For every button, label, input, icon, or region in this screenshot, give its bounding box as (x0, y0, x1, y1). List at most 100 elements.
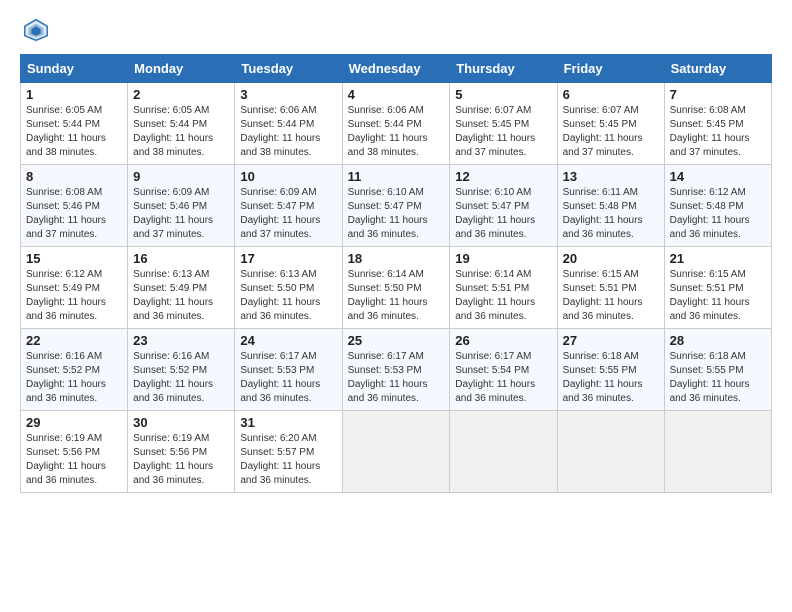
calendar-cell (664, 411, 771, 493)
day-number: 6 (563, 87, 659, 102)
day-number: 17 (240, 251, 336, 266)
day-number: 10 (240, 169, 336, 184)
calendar-cell: 18Sunrise: 6:14 AM Sunset: 5:50 PM Dayli… (342, 247, 450, 329)
day-number: 15 (26, 251, 122, 266)
calendar-week-row: 15 Sunrise: 6:12 AM Sunset: 5:49 PM Dayli… (21, 247, 772, 329)
calendar-cell (342, 411, 450, 493)
day-info: Sunrise: 6:17 AM Sunset: 5:54 PM Dayligh… (455, 350, 551, 406)
day-info: Sunrise: 6:08 AM Sunset: 5:46 PM Dayligh… (26, 186, 122, 242)
day-number: 20 (563, 251, 659, 266)
calendar-cell: 29 Sunrise: 6:19 AM Sunset: 5:56 PM Dayli… (21, 411, 128, 493)
day-info: Sunrise: 6:08 AM Sunset: 5:45 PM Dayligh… (670, 104, 766, 160)
day-info: Sunrise: 6:11 AM Sunset: 5:48 PM Dayligh… (563, 186, 659, 242)
day-number: 29 (26, 415, 122, 430)
day-info: Sunrise: 6:14 AM Sunset: 5:51 PM Dayligh… (455, 268, 551, 324)
day-of-week-header: Monday (128, 55, 235, 83)
calendar-cell: 30 Sunrise: 6:19 AM Sunset: 5:56 PM Dayli… (128, 411, 235, 493)
calendar-cell: 31 Sunrise: 6:20 AM Sunset: 5:57 PM Dayli… (235, 411, 342, 493)
calendar-cell: 16 Sunrise: 6:13 AM Sunset: 5:49 PM Dayli… (128, 247, 235, 329)
calendar-cell: 23 Sunrise: 6:16 AM Sunset: 5:52 PM Dayli… (128, 329, 235, 411)
calendar-cell: 15 Sunrise: 6:12 AM Sunset: 5:49 PM Dayli… (21, 247, 128, 329)
day-info: Sunrise: 6:17 AM Sunset: 5:53 PM Dayligh… (348, 350, 445, 406)
day-number: 1 (26, 87, 122, 102)
day-number: 13 (563, 169, 659, 184)
day-number: 12 (455, 169, 551, 184)
day-info: Sunrise: 6:20 AM Sunset: 5:57 PM Dayligh… (240, 432, 336, 488)
calendar-cell: 1 Sunrise: 6:05 AM Sunset: 5:44 PM Daylig… (21, 83, 128, 165)
calendar-cell: 24 Sunrise: 6:17 AM Sunset: 5:53 PM Dayli… (235, 329, 342, 411)
day-number: 2 (133, 87, 229, 102)
day-number: 8 (26, 169, 122, 184)
day-number: 21 (670, 251, 766, 266)
day-number: 22 (26, 333, 122, 348)
day-of-week-header: Tuesday (235, 55, 342, 83)
day-of-week-header: Thursday (450, 55, 557, 83)
calendar-cell: 28 Sunrise: 6:18 AM Sunset: 5:55 PM Dayli… (664, 329, 771, 411)
calendar-cell: 13 Sunrise: 6:11 AM Sunset: 5:48 PM Dayli… (557, 165, 664, 247)
day-info: Sunrise: 6:18 AM Sunset: 5:55 PM Dayligh… (670, 350, 766, 406)
day-number: 5 (455, 87, 551, 102)
day-info: Sunrise: 6:10 AM Sunset: 5:47 PM Dayligh… (348, 186, 445, 242)
day-info: Sunrise: 6:17 AM Sunset: 5:53 PM Dayligh… (240, 350, 336, 406)
calendar-cell: 26Sunrise: 6:17 AM Sunset: 5:54 PM Dayli… (450, 329, 557, 411)
day-of-week-header: Sunday (21, 55, 128, 83)
calendar-week-row: 8 Sunrise: 6:08 AM Sunset: 5:46 PM Daylig… (21, 165, 772, 247)
day-number: 28 (670, 333, 766, 348)
day-info: Sunrise: 6:06 AM Sunset: 5:44 PM Dayligh… (348, 104, 445, 160)
day-info: Sunrise: 6:19 AM Sunset: 5:56 PM Dayligh… (26, 432, 122, 488)
day-info: Sunrise: 6:07 AM Sunset: 5:45 PM Dayligh… (455, 104, 551, 160)
day-number: 23 (133, 333, 229, 348)
day-info: Sunrise: 6:07 AM Sunset: 5:45 PM Dayligh… (563, 104, 659, 160)
day-number: 4 (348, 87, 445, 102)
day-info: Sunrise: 6:13 AM Sunset: 5:50 PM Dayligh… (240, 268, 336, 324)
day-info: Sunrise: 6:13 AM Sunset: 5:49 PM Dayligh… (133, 268, 229, 324)
day-info: Sunrise: 6:19 AM Sunset: 5:56 PM Dayligh… (133, 432, 229, 488)
day-info: Sunrise: 6:10 AM Sunset: 5:47 PM Dayligh… (455, 186, 551, 242)
day-info: Sunrise: 6:09 AM Sunset: 5:47 PM Dayligh… (240, 186, 336, 242)
calendar-cell: 20 Sunrise: 6:15 AM Sunset: 5:51 PM Dayli… (557, 247, 664, 329)
day-number: 30 (133, 415, 229, 430)
calendar-cell (450, 411, 557, 493)
calendar-week-row: 29 Sunrise: 6:19 AM Sunset: 5:56 PM Dayli… (21, 411, 772, 493)
day-info: Sunrise: 6:15 AM Sunset: 5:51 PM Dayligh… (563, 268, 659, 324)
day-info: Sunrise: 6:05 AM Sunset: 5:44 PM Dayligh… (133, 104, 229, 160)
calendar-cell: 2 Sunrise: 6:05 AM Sunset: 5:44 PM Daylig… (128, 83, 235, 165)
calendar-week-row: 1 Sunrise: 6:05 AM Sunset: 5:44 PM Daylig… (21, 83, 772, 165)
day-info: Sunrise: 6:15 AM Sunset: 5:51 PM Dayligh… (670, 268, 766, 324)
day-info: Sunrise: 6:12 AM Sunset: 5:49 PM Dayligh… (26, 268, 122, 324)
day-number: 9 (133, 169, 229, 184)
calendar-cell: 5 Sunrise: 6:07 AM Sunset: 5:45 PM Daylig… (450, 83, 557, 165)
day-info: Sunrise: 6:18 AM Sunset: 5:55 PM Dayligh… (563, 350, 659, 406)
day-number: 7 (670, 87, 766, 102)
day-of-week-header: Friday (557, 55, 664, 83)
calendar-cell: 21 Sunrise: 6:15 AM Sunset: 5:51 PM Dayli… (664, 247, 771, 329)
calendar-header: SundayMondayTuesdayWednesdayThursdayFrid… (21, 55, 772, 83)
day-number: 25 (348, 333, 445, 348)
page-header (20, 16, 772, 44)
calendar-cell: 3 Sunrise: 6:06 AM Sunset: 5:44 PM Daylig… (235, 83, 342, 165)
calendar-cell: 14Sunrise: 6:12 AM Sunset: 5:48 PM Dayli… (664, 165, 771, 247)
day-info: Sunrise: 6:09 AM Sunset: 5:46 PM Dayligh… (133, 186, 229, 242)
calendar-cell: 27 Sunrise: 6:18 AM Sunset: 5:55 PM Dayli… (557, 329, 664, 411)
calendar-cell: 22Sunrise: 6:16 AM Sunset: 5:52 PM Dayli… (21, 329, 128, 411)
calendar-cell: 11 Sunrise: 6:10 AM Sunset: 5:47 PM Dayli… (342, 165, 450, 247)
day-info: Sunrise: 6:16 AM Sunset: 5:52 PM Dayligh… (133, 350, 229, 406)
day-number: 3 (240, 87, 336, 102)
calendar-table: SundayMondayTuesdayWednesdayThursdayFrid… (20, 54, 772, 493)
day-number: 14 (670, 169, 766, 184)
day-info: Sunrise: 6:06 AM Sunset: 5:44 PM Dayligh… (240, 104, 336, 160)
day-number: 31 (240, 415, 336, 430)
day-info: Sunrise: 6:05 AM Sunset: 5:44 PM Dayligh… (26, 104, 122, 160)
calendar-cell: 6 Sunrise: 6:07 AM Sunset: 5:45 PM Daylig… (557, 83, 664, 165)
day-of-week-header: Wednesday (342, 55, 450, 83)
day-number: 16 (133, 251, 229, 266)
calendar-cell (557, 411, 664, 493)
calendar-cell: 9 Sunrise: 6:09 AM Sunset: 5:46 PM Daylig… (128, 165, 235, 247)
calendar-cell: 8 Sunrise: 6:08 AM Sunset: 5:46 PM Daylig… (21, 165, 128, 247)
day-info: Sunrise: 6:14 AM Sunset: 5:50 PM Dayligh… (348, 268, 445, 324)
day-number: 27 (563, 333, 659, 348)
day-number: 19 (455, 251, 551, 266)
day-number: 24 (240, 333, 336, 348)
calendar-cell: 19 Sunrise: 6:14 AM Sunset: 5:51 PM Dayli… (450, 247, 557, 329)
day-number: 11 (348, 169, 445, 184)
